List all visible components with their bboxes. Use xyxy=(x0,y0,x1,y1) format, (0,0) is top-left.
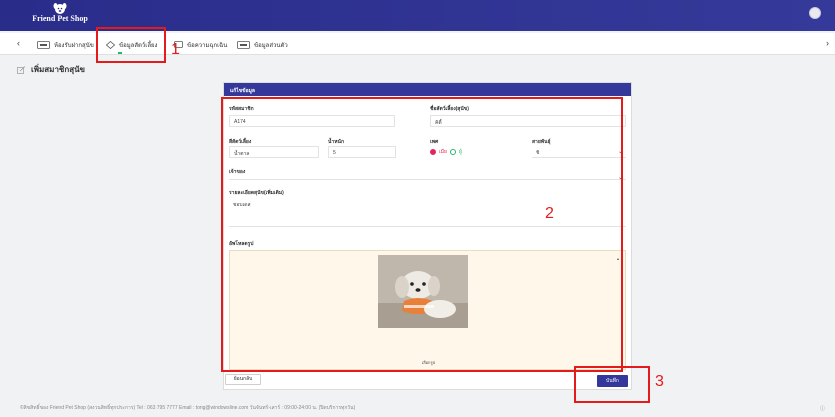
page-title: เพิ่มสมาชิกสุนัข xyxy=(31,65,86,74)
card-header: แก้ไขข้อมูล xyxy=(224,83,631,96)
annotation-number-3: 3 xyxy=(655,373,664,390)
edit-icon xyxy=(17,65,26,74)
back-button[interactable]: ย้อนกลับ xyxy=(225,374,261,385)
annotation-box-2 xyxy=(221,97,623,372)
annotation-box-1 xyxy=(96,27,166,63)
chevron-right-icon[interactable]: › xyxy=(826,38,829,48)
tab-dog-boarding[interactable]: ห้องรับฝากสุนัข xyxy=(37,38,94,51)
info-icon[interactable]: ⓘ xyxy=(820,405,825,412)
room-icon xyxy=(37,40,50,49)
logo[interactable]: Friend Pet Shop xyxy=(30,2,90,30)
tab-emergency-message[interactable]: ข้อความฉุกเฉิน xyxy=(174,38,227,51)
annotation-number-2: 2 xyxy=(545,205,554,222)
annotation-box-3 xyxy=(574,366,650,403)
logo-text: Friend Pet Shop xyxy=(32,14,88,23)
page-heading: เพิ่มสมาชิกสุนัข xyxy=(17,63,85,76)
annotation-number-1: 1 xyxy=(171,41,180,58)
tab-label: ห้องรับฝากสุนัข xyxy=(54,42,94,49)
tab-label: ข้อมูลส่วนตัว xyxy=(254,42,288,49)
user-avatar[interactable] xyxy=(809,7,821,19)
tab-label: ข้อความฉุกเฉิน xyxy=(187,42,228,49)
id-card-icon xyxy=(237,40,250,49)
footer-text: ©ลิขสิทธิ์ของ Friend Pet Shop (สงวนสิทธิ… xyxy=(20,405,356,411)
tab-personal-info[interactable]: ข้อมูลส่วนตัว xyxy=(237,38,288,51)
chevron-left-icon[interactable]: ‹ xyxy=(17,38,20,48)
